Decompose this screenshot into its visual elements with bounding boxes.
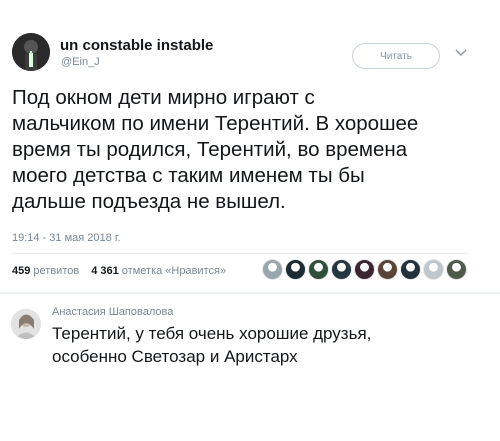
retweets-count: 459 (12, 265, 31, 277)
tweet-text-line: дальше подъезда не вышел. (12, 190, 286, 213)
tweet-stats: 459 ретвитов 4 361 отметка «Нравится» (12, 265, 238, 277)
reply-text: Терентий, у тебя очень хорошие друзья, о… (52, 322, 492, 368)
chevron-down-icon[interactable] (452, 44, 470, 62)
retweets-stat[interactable]: 459 ретвитов (12, 265, 79, 277)
reply-author[interactable]: Анастасия Шаповалова (52, 306, 173, 318)
likes-label: отметка «Нравится» (121, 265, 227, 277)
likes-count: 4 361 (91, 265, 119, 277)
tweet-card: un constable instable @Ein_J Читать Под … (0, 0, 500, 296)
tweet-text-line: моего детства с таким именем ты бы (12, 164, 365, 187)
tweet-text: Под окном дети мирно играют с мальчиком … (12, 85, 482, 215)
tweet-timestamp[interactable]: 19:14 - 31 мая 2018 г. (12, 232, 121, 244)
avatar-9-icon[interactable] (446, 259, 467, 280)
avatar-5-icon[interactable] (354, 259, 375, 280)
avatar-3-icon[interactable] (308, 259, 329, 280)
user-handle[interactable]: @Ein_J (61, 56, 100, 68)
avatar-1-icon[interactable] (262, 259, 283, 280)
retweets-label: ретвитов (33, 265, 80, 277)
avatar-7-icon[interactable] (400, 259, 421, 280)
reply-avatar[interactable] (11, 309, 41, 339)
liker-avatars (262, 259, 469, 281)
display-name[interactable]: un constable instable (60, 37, 213, 54)
divider (0, 292, 500, 294)
divider (12, 253, 468, 254)
avatar-6-icon[interactable] (377, 259, 398, 280)
tweet-text-line: время ты родился, Терентий, во времена (12, 138, 408, 161)
reply-text-line: особенно Светозар и Аристарх (52, 347, 298, 366)
follow-button[interactable]: Читать (352, 43, 440, 69)
likes-stat[interactable]: 4 361 отметка «Нравится» (91, 265, 226, 277)
avatar-4-icon[interactable] (331, 259, 352, 280)
tweet-text-line: мальчиком по имени Терентий. В хорошее (12, 112, 419, 135)
user-avatar[interactable] (12, 33, 50, 71)
avatar-2-icon[interactable] (285, 259, 306, 280)
tweet-text-line: Под окном дети мирно играют с (12, 86, 315, 109)
reply-text-line: Терентий, у тебя очень хорошие друзья, (52, 324, 372, 343)
avatar-8-icon[interactable] (423, 259, 444, 280)
